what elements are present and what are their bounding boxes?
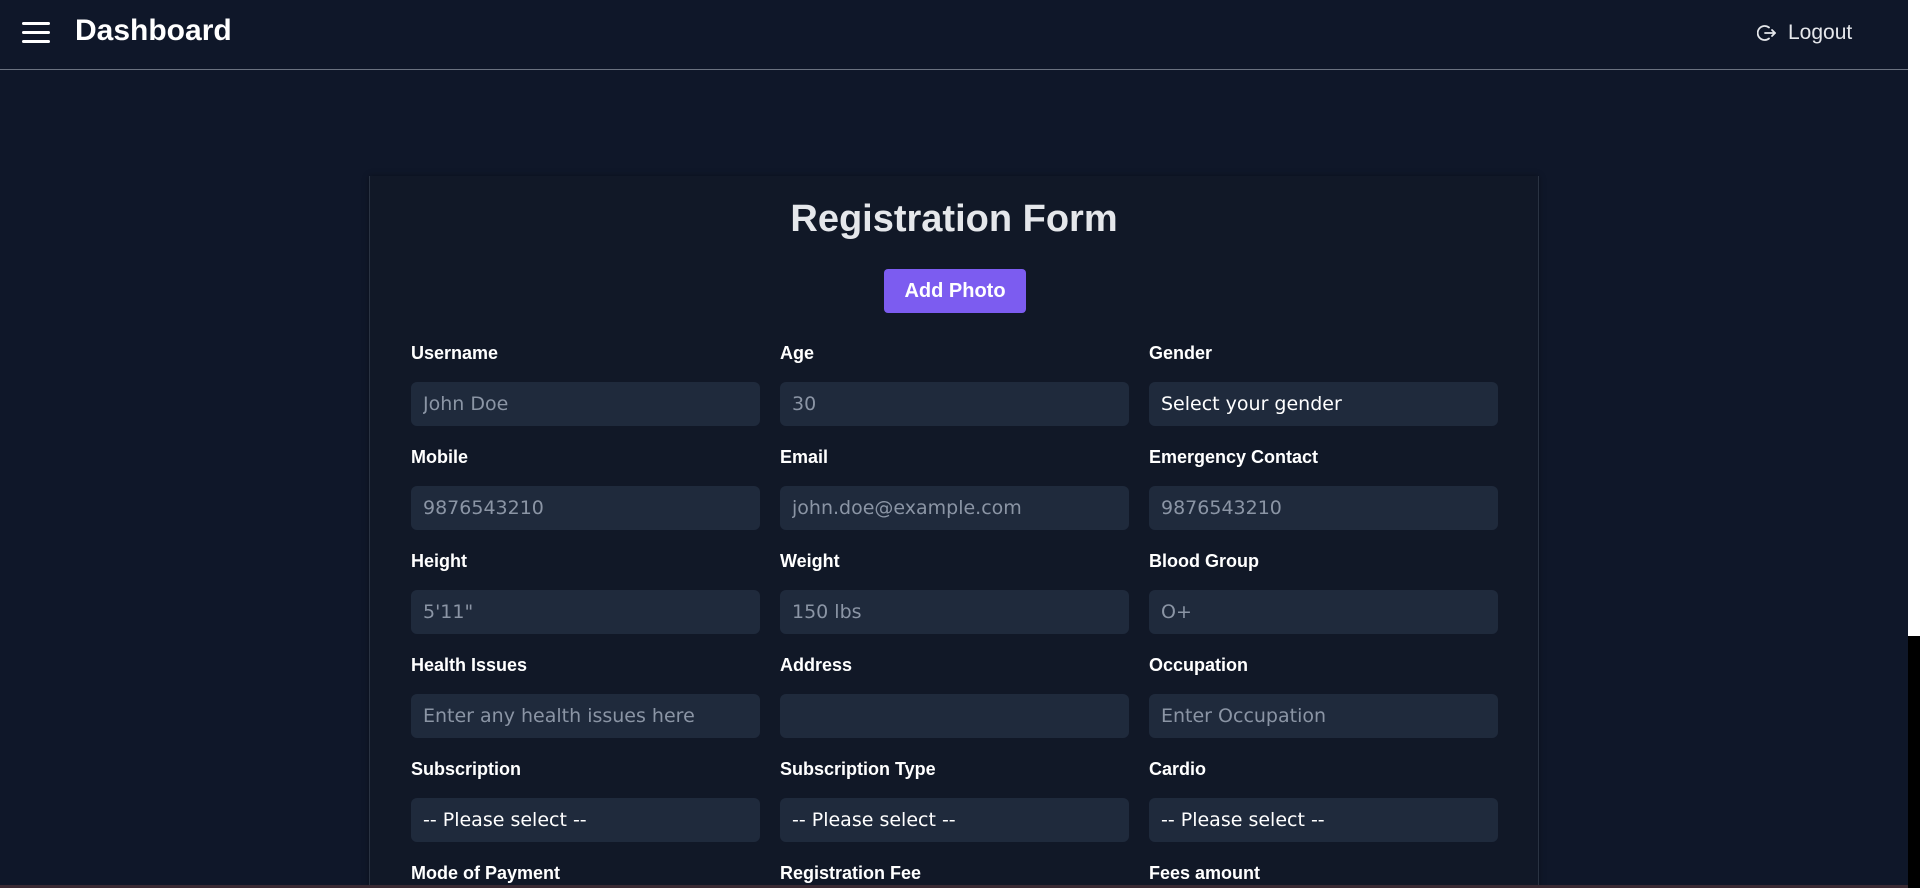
emergency-contact-label: Emergency Contact: [1149, 447, 1319, 467]
weight-input[interactable]: [780, 590, 1129, 634]
mode-of-payment-label: Mode of Payment: [411, 863, 561, 883]
email-label: Email: [780, 447, 829, 467]
top-navbar: Dashboard Logout: [0, 0, 1908, 70]
gender-select[interactable]: Select your gender: [1149, 382, 1498, 426]
mobile-input[interactable]: [411, 486, 760, 530]
email-field: Email: [780, 447, 1129, 530]
cardio-field: Cardio -- Please select --: [1149, 759, 1498, 842]
form-title: Registration Form: [790, 198, 1118, 240]
mode-of-payment-field: Mode of Payment: [411, 863, 760, 885]
age-label: Age: [780, 343, 815, 363]
subscription-select[interactable]: -- Please select --: [411, 798, 760, 842]
health-issues-label: Health Issues: [411, 655, 528, 675]
mobile-label: Mobile: [411, 447, 468, 467]
occupation-field: Occupation: [1149, 655, 1498, 738]
cardio-select[interactable]: -- Please select --: [1149, 798, 1498, 842]
blood-group-input[interactable]: [1149, 590, 1498, 634]
subscription-type-select[interactable]: -- Please select --: [780, 798, 1129, 842]
age-field: Age: [780, 343, 1129, 426]
fees-amount-field: Fees amount: [1149, 863, 1498, 885]
weight-field: Weight: [780, 551, 1129, 634]
height-input[interactable]: [411, 590, 760, 634]
blood-group-label: Blood Group: [1149, 551, 1259, 571]
subscription-field: Subscription -- Please select --: [411, 759, 760, 842]
registration-form-card: Registration Form Add Photo Username Age…: [369, 176, 1539, 888]
address-field: Address: [780, 655, 1129, 738]
height-label: Height: [411, 551, 467, 571]
fees-amount-label: Fees amount: [1149, 863, 1261, 883]
occupation-input[interactable]: [1149, 694, 1498, 738]
cardio-label: Cardio: [1149, 759, 1207, 779]
registration-fee-label: Registration Fee: [780, 863, 922, 883]
address-input[interactable]: [780, 694, 1129, 738]
email-input[interactable]: [780, 486, 1129, 530]
gender-field: Gender Select your gender: [1149, 343, 1498, 426]
subscription-type-field: Subscription Type -- Please select --: [780, 759, 1129, 842]
health-issues-field: Health Issues: [411, 655, 760, 738]
mobile-field: Mobile: [411, 447, 760, 530]
username-label: Username: [411, 343, 499, 363]
address-label: Address: [780, 655, 853, 675]
hamburger-menu-icon[interactable]: [22, 22, 50, 44]
emergency-contact-input[interactable]: [1149, 486, 1498, 530]
subscription-type-label: Subscription Type: [780, 759, 936, 779]
subscription-label: Subscription: [411, 759, 522, 779]
blood-group-field: Blood Group: [1149, 551, 1498, 634]
logout-icon: [1757, 25, 1776, 41]
weight-label: Weight: [780, 551, 840, 571]
window-edge: [1908, 0, 1920, 636]
height-field: Height: [411, 551, 760, 634]
app-title: Dashboard: [75, 14, 232, 47]
add-photo-button[interactable]: Add Photo: [884, 269, 1026, 313]
window-edge-dark: [1908, 636, 1920, 888]
emergency-contact-field: Emergency Contact: [1149, 447, 1498, 530]
occupation-label: Occupation: [1149, 655, 1249, 675]
age-input[interactable]: [780, 382, 1129, 426]
logout-button[interactable]: Logout: [1757, 21, 1852, 45]
registration-fee-field: Registration Fee: [780, 863, 1129, 885]
health-issues-input[interactable]: [411, 694, 760, 738]
username-input[interactable]: [411, 382, 760, 426]
logout-label: Logout: [1788, 21, 1853, 44]
username-field: Username: [411, 343, 760, 426]
gender-label: Gender: [1149, 343, 1213, 363]
